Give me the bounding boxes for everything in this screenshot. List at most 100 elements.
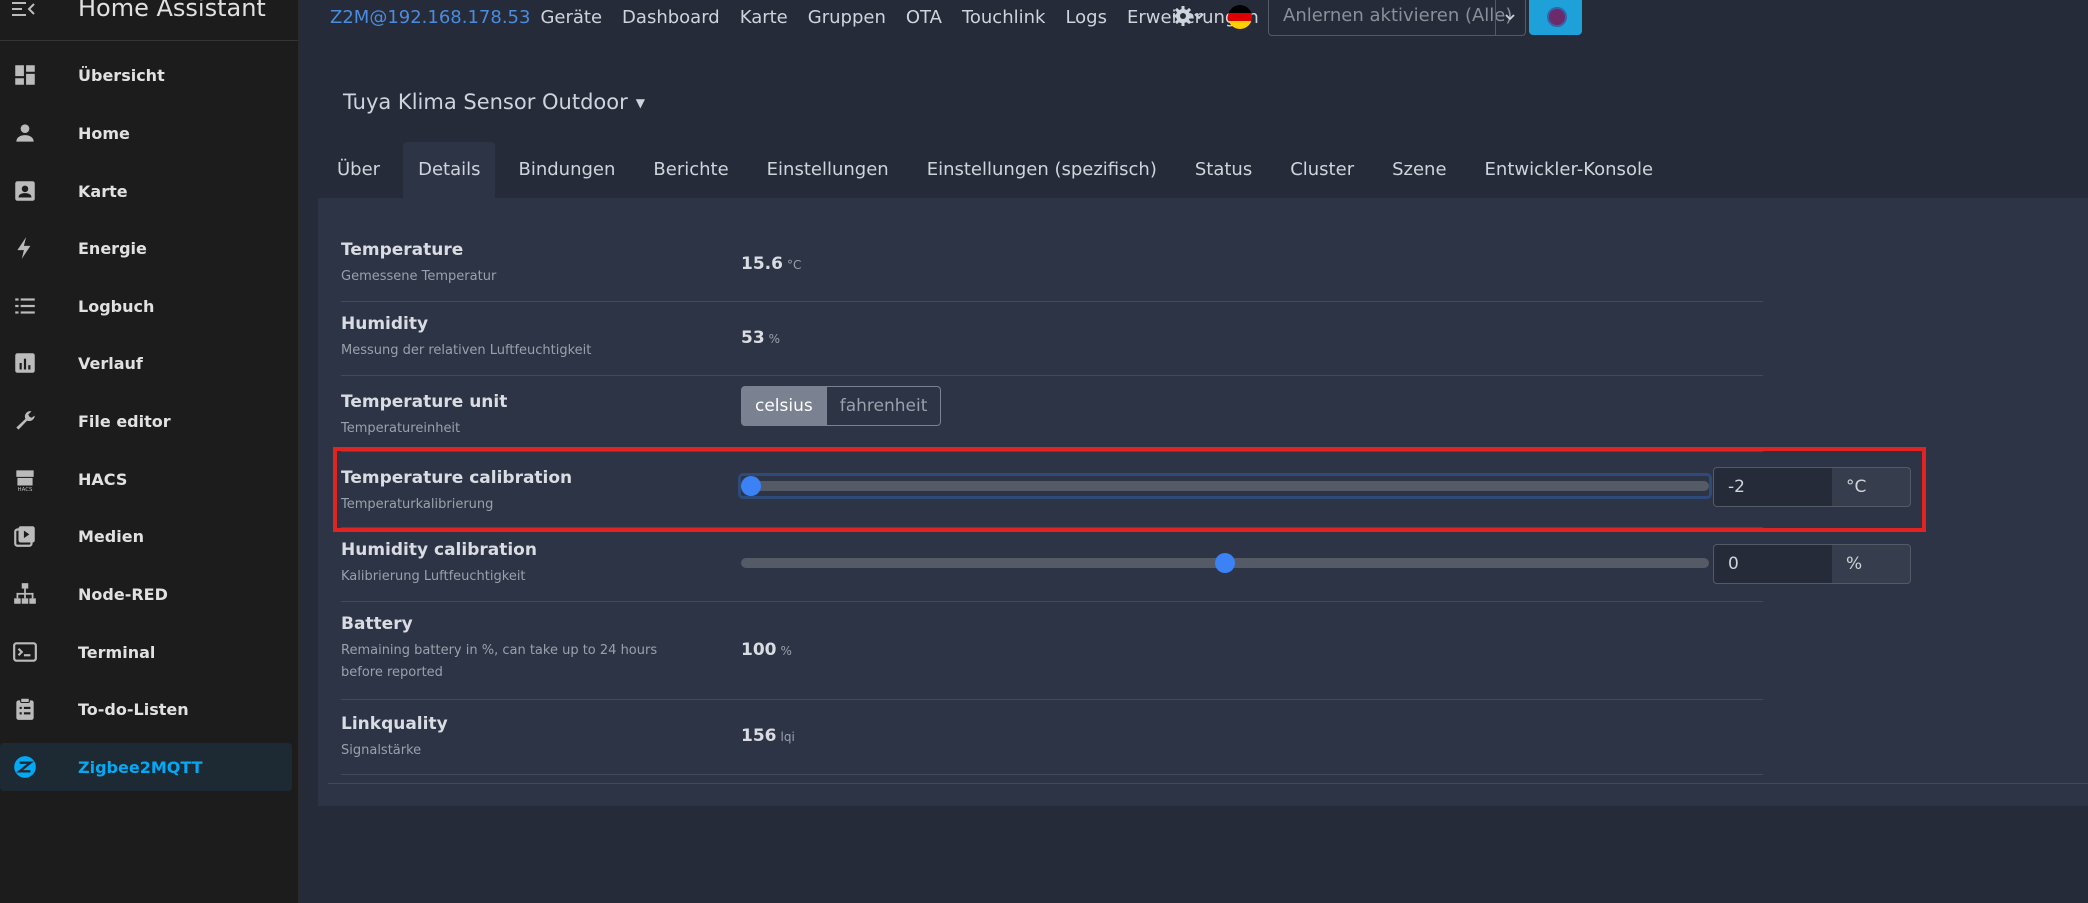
humidity-value: 53% bbox=[741, 328, 780, 348]
row-battery: Battery Remaining battery in %, can take… bbox=[341, 602, 1763, 700]
battery-number: 100 bbox=[741, 640, 777, 660]
sidebar-item-hacs[interactable]: HACS HACS bbox=[0, 455, 292, 503]
sidebar-item-label: Verlauf bbox=[78, 353, 143, 373]
temperature-unit: °C bbox=[786, 258, 802, 272]
permit-join-select[interactable]: Anlernen aktivieren (Alle) bbox=[1268, 0, 1526, 36]
slider-thumb[interactable] bbox=[1215, 553, 1235, 573]
brand-link[interactable]: Z2M@192.168.178.53 bbox=[330, 7, 530, 28]
tab-bindungen[interactable]: Bindungen bbox=[503, 142, 630, 198]
temperature-unit-name: Temperature unit bbox=[341, 392, 508, 412]
humidity-name: Humidity bbox=[341, 314, 429, 334]
nav-item-logs[interactable]: Logs bbox=[1065, 7, 1107, 28]
nav-item-dashboard[interactable]: Dashboard bbox=[622, 7, 720, 28]
nav-item-karte[interactable]: Karte bbox=[740, 7, 788, 28]
tab-entwickler-konsole[interactable]: Entwickler-Konsole bbox=[1470, 142, 1669, 198]
list-icon bbox=[15, 298, 35, 314]
humidity-calibration-unit-label: % bbox=[1846, 554, 1863, 574]
sidebar-item-label: To-do-Listen bbox=[78, 699, 189, 719]
humidity-desc: Messung der relativen Luftfeuchtigkeit bbox=[341, 343, 592, 358]
temperature-number: 15.6 bbox=[741, 254, 783, 274]
sidebar-item-label: Übersicht bbox=[78, 65, 165, 85]
sidebar-item-label: Home bbox=[78, 123, 130, 143]
humidity-calibration-slider[interactable] bbox=[741, 553, 1709, 573]
tab-status[interactable]: Status bbox=[1180, 142, 1267, 198]
linkquality-number: 156 bbox=[741, 726, 777, 746]
tab-cluster[interactable]: Cluster bbox=[1275, 142, 1369, 198]
caret-down-icon: ▼ bbox=[635, 96, 645, 110]
temperature-value: 15.6 °C bbox=[741, 254, 801, 274]
battery-value: 100% bbox=[741, 640, 792, 660]
lightning-icon bbox=[17, 237, 31, 259]
tab-einstellungen-spezifisch[interactable]: Einstellungen (spezifisch) bbox=[912, 142, 1172, 198]
linkquality-value: 156 lqi bbox=[741, 726, 795, 746]
battery-desc: Remaining battery in %, can take up to 2… bbox=[341, 643, 658, 680]
nav-item-geraete[interactable]: Geräte bbox=[540, 7, 602, 28]
linkquality-desc: Signalstärke bbox=[341, 743, 422, 758]
humidity-calibration-desc: Kalibrierung Luftfeuchtigkeit bbox=[341, 569, 526, 584]
sidebar-item-label: Zigbee2MQTT bbox=[78, 757, 203, 777]
humidity-calibration-unit: % bbox=[1832, 544, 1911, 584]
battery-name: Battery bbox=[341, 614, 413, 634]
temperature-desc: Gemessene Temperatur bbox=[341, 269, 497, 284]
permit-join-button[interactable] bbox=[1529, 0, 1582, 35]
wrench-icon bbox=[16, 411, 35, 430]
device-title: Tuya Klima Sensor Outdoor bbox=[343, 90, 628, 114]
sidebar-item-home[interactable]: Home bbox=[0, 109, 292, 157]
nav-item-touchlink[interactable]: Touchlink bbox=[962, 7, 1046, 28]
sidebar: Home Assistant Übersicht Home Karte Ener… bbox=[0, 0, 299, 903]
permit-join-label: Anlernen aktivieren (Alle) bbox=[1283, 5, 1513, 26]
row-temperature-unit: Temperature unit Temperatureinheit celsi… bbox=[341, 376, 1763, 452]
sidebar-item-uebersicht[interactable]: Übersicht bbox=[0, 51, 292, 99]
german-flag-icon[interactable] bbox=[1228, 5, 1252, 29]
tab-details[interactable]: Details bbox=[403, 142, 496, 198]
row-linkquality: Linkquality Signalstärke 156 lqi bbox=[341, 700, 1763, 775]
humidity-calibration-name: Humidity calibration bbox=[341, 540, 537, 560]
clipboard-icon bbox=[16, 697, 34, 720]
tab-einstellungen[interactable]: Einstellungen bbox=[752, 142, 904, 198]
sidebar-item-karte[interactable]: Karte bbox=[0, 167, 292, 215]
sidebar-item-file-editor[interactable]: File editor bbox=[0, 397, 292, 445]
humidity-calibration-value: 0 bbox=[1728, 554, 1739, 574]
tab-ueber[interactable]: Über bbox=[322, 142, 395, 198]
sidebar-item-label: Energie bbox=[78, 238, 147, 258]
temperature-name: Temperature bbox=[341, 240, 464, 260]
top-navigation: Z2M@192.168.178.53 Geräte Dashboard Kart… bbox=[330, 0, 1279, 34]
sidebar-item-logbuch[interactable]: Logbuch bbox=[0, 282, 292, 330]
panel-divider bbox=[328, 783, 2088, 784]
settings-gear-icon[interactable] bbox=[1173, 4, 1209, 28]
sidebar-item-todo[interactable]: To-do-Listen bbox=[0, 685, 292, 733]
fahrenheit-option[interactable]: fahrenheit bbox=[826, 386, 942, 426]
nav-item-ota[interactable]: OTA bbox=[906, 7, 942, 28]
media-icon bbox=[14, 526, 35, 547]
terminal-icon bbox=[13, 642, 37, 662]
device-selector[interactable]: Tuya Klima Sensor Outdoor ▼ bbox=[343, 90, 645, 114]
sidebar-item-label: Terminal bbox=[78, 642, 156, 662]
sidebar-item-terminal[interactable]: Terminal bbox=[0, 628, 292, 676]
tab-berichte[interactable]: Berichte bbox=[638, 142, 743, 198]
sidebar-item-energie[interactable]: Energie bbox=[0, 224, 292, 272]
hacs-icon: HACS bbox=[16, 470, 34, 492]
chart-icon bbox=[15, 353, 35, 373]
linkquality-name: Linkquality bbox=[341, 714, 448, 734]
humidity-calibration-input[interactable]: 0 bbox=[1713, 544, 1833, 584]
join-status-icon bbox=[1547, 7, 1567, 27]
select-divider bbox=[1495, 0, 1496, 35]
battery-unit: % bbox=[780, 644, 792, 658]
menu-collapse-icon[interactable] bbox=[10, 0, 40, 20]
dashboard-icon bbox=[15, 65, 35, 85]
sidebar-item-node-red[interactable]: Node-RED bbox=[0, 570, 292, 618]
chevron-down-icon[interactable] bbox=[1503, 10, 1517, 24]
sidebar-item-label: File editor bbox=[78, 411, 171, 431]
sidebar-item-label: Karte bbox=[78, 181, 128, 201]
sidebar-item-zigbee2mqtt[interactable]: Zigbee2MQTT bbox=[0, 743, 292, 791]
nav-item-gruppen[interactable]: Gruppen bbox=[808, 7, 886, 28]
row-temperature: Temperature Gemessene Temperatur 15.6 °C bbox=[341, 228, 1763, 302]
sidebar-item-medien[interactable]: Medien bbox=[0, 512, 292, 560]
svg-text:HACS: HACS bbox=[18, 487, 33, 492]
map-icon bbox=[15, 181, 35, 201]
sidebar-item-verlauf[interactable]: Verlauf bbox=[0, 339, 292, 387]
tab-szene[interactable]: Szene bbox=[1377, 142, 1461, 198]
device-tabs: Über Details Bindungen Berichte Einstell… bbox=[322, 142, 1676, 198]
linkquality-unit: lqi bbox=[780, 730, 795, 744]
celsius-option[interactable]: celsius bbox=[741, 386, 827, 426]
